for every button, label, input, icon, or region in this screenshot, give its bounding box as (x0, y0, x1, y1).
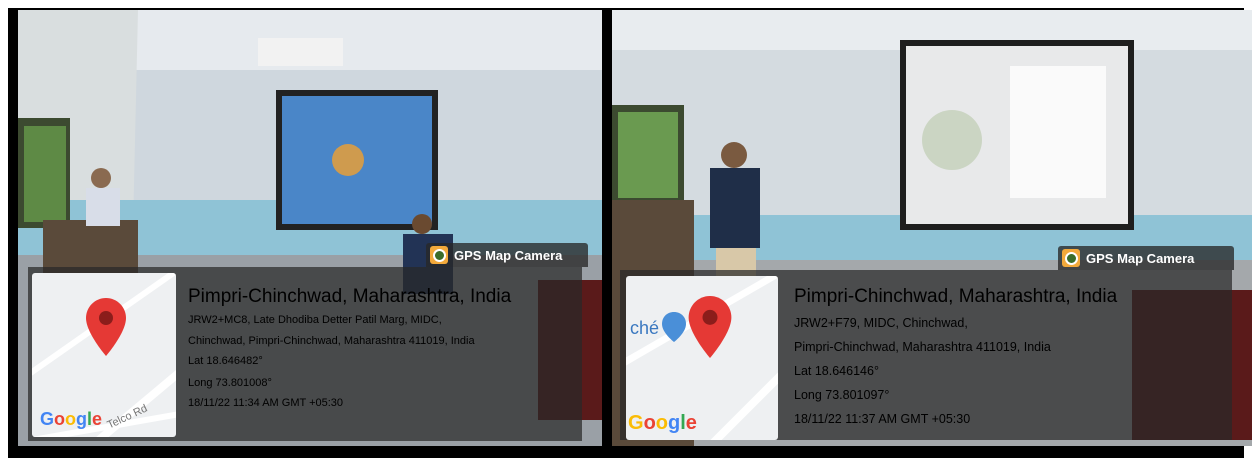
map-label: ché (630, 318, 660, 338)
map-thumbnail: Telco Rd Google (32, 273, 176, 437)
google-logo: Google (40, 409, 103, 429)
longitude: Long 73.801008° (188, 377, 272, 389)
location-title: Pimpri-Chinchwad, Maharashtra, India (188, 286, 512, 307)
longitude: Long 73.801097° (794, 388, 890, 402)
location-pin-icon (688, 296, 732, 358)
left-photo: GPS Map Camera Telco Rd Google Pimpri-Ch… (18, 10, 602, 446)
gps-map-camera-badge: GPS Map Camera (426, 243, 588, 267)
right-photo: GPS Map Camera ché Google Pimpri-Chinchw… (612, 10, 1252, 446)
map-thumbnail: ché Google (626, 276, 778, 440)
location-title: Pimpri-Chinchwad, Maharashtra, India (794, 286, 1118, 307)
badge-label: GPS Map Camera (1086, 250, 1195, 266)
latitude: Lat 18.646482° (188, 355, 263, 367)
timestamp: 18/11/22 11:37 AM GMT +05:30 (794, 412, 971, 426)
timestamp: 18/11/22 11:34 AM GMT +05:30 (188, 397, 344, 409)
latitude: Lat 18.646146° (794, 364, 879, 378)
google-logo: Google (628, 412, 697, 434)
map-poi-icon (662, 312, 686, 342)
bottom-margin (0, 458, 1252, 474)
address-line-1: JRW2+MC8, Late Dhodiba Detter Patil Marg… (188, 314, 442, 326)
location-pin-icon (86, 298, 126, 356)
address-line-2: Pimpri-Chinchwad, Maharashtra 411019, In… (794, 340, 1051, 354)
badge-label: GPS Map Camera (454, 247, 563, 263)
gps-map-camera-badge: GPS Map Camera (1058, 246, 1234, 270)
gps-camera-icon (1062, 249, 1080, 267)
address-line-2: Chinchwad, Pimpri-Chinchwad, Maharashtra… (188, 335, 475, 347)
gps-camera-icon (430, 246, 448, 264)
address-line-1: JRW2+F79, MIDC, Chinchwad, (794, 316, 968, 330)
